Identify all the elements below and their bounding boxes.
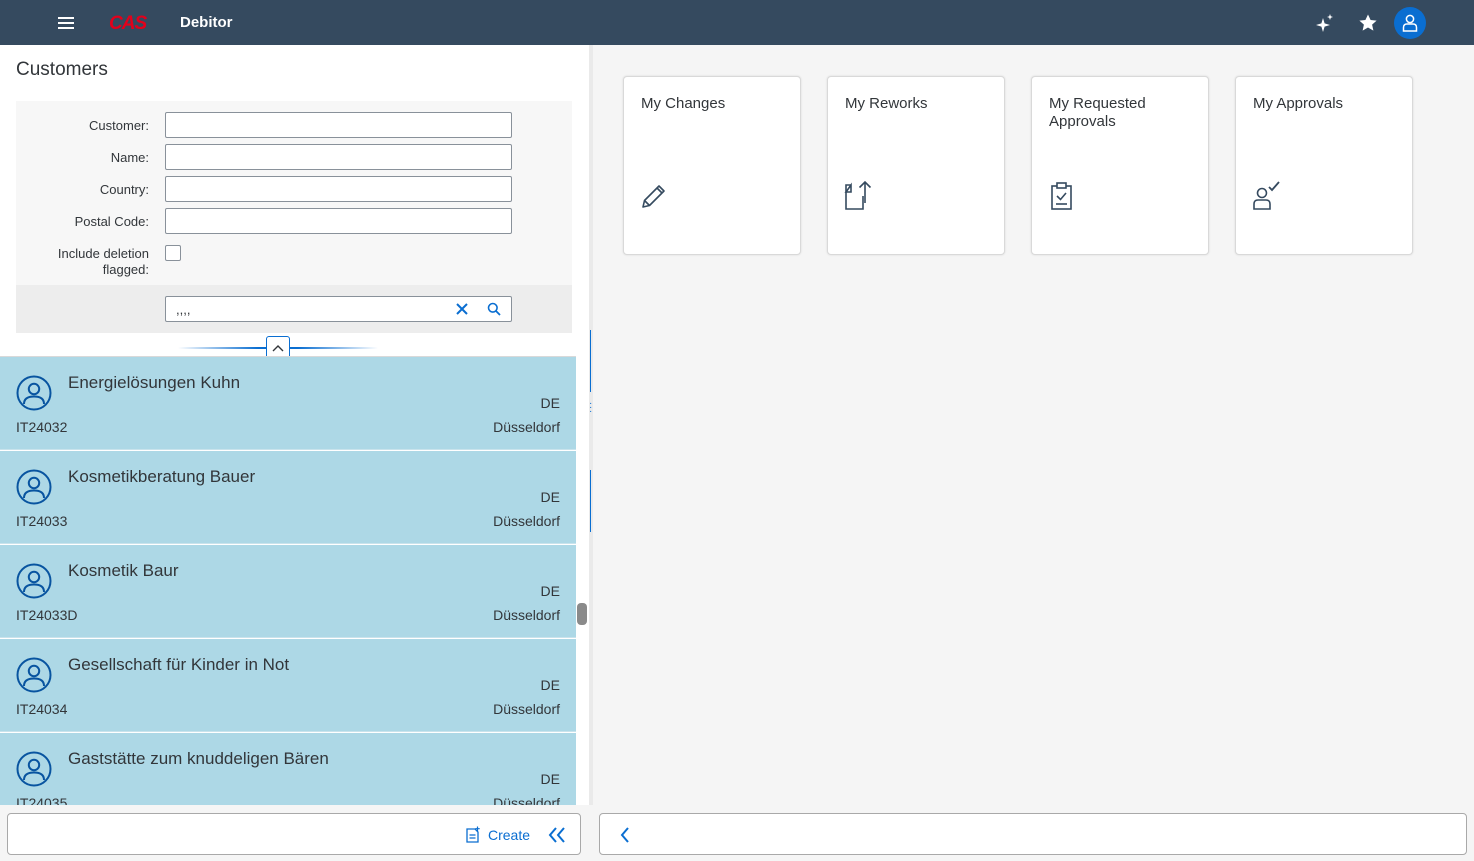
customer-name: Kosmetik Baur	[68, 561, 179, 580]
deletion-flag-label-line1: Include deletion	[57, 246, 149, 261]
deletion-flag-label-line2: flagged:	[102, 262, 149, 277]
app-title: Debitor	[180, 14, 233, 31]
country-input[interactable]	[165, 176, 512, 202]
tile-my-approvals[interactable]: My Approvals	[1235, 76, 1413, 255]
name-input[interactable]	[165, 144, 512, 170]
search-value: ,,,,	[176, 302, 191, 317]
create-label: Create	[488, 827, 531, 843]
cas-logo: CAS	[109, 13, 148, 34]
clear-search-button[interactable]	[451, 299, 473, 319]
chevron-up-icon	[272, 345, 284, 352]
customer-country: DE	[540, 677, 560, 693]
customer-name: Gesellschaft für Kinder in Not	[68, 655, 290, 674]
panel-title: Customers	[16, 59, 108, 80]
customer-id: IT24033	[16, 513, 68, 529]
customer-city: Düsseldorf	[493, 607, 560, 623]
customer-id: IT24034	[16, 701, 68, 717]
customer-city: Düsseldorf	[493, 419, 560, 435]
tile-title: My Approvals	[1253, 95, 1344, 112]
include-deletion-flagged-checkbox[interactable]	[165, 245, 181, 261]
customer-id: IT24035	[16, 795, 68, 805]
customer-id: IT24033D	[16, 607, 78, 623]
customer-country: DE	[540, 771, 560, 787]
svg-text:CAS: CAS	[109, 13, 147, 34]
name-label: Name:	[110, 150, 149, 165]
customer-avatar-icon	[16, 657, 52, 693]
double-chevron-left-icon	[548, 827, 565, 843]
customer-city: Düsseldorf	[493, 701, 560, 717]
search-icon	[487, 302, 501, 316]
customer-city: Düsseldorf	[493, 513, 560, 529]
customer-input[interactable]	[165, 112, 512, 138]
menu-icon	[58, 17, 74, 29]
customer-country: DE	[540, 489, 560, 505]
favorite-star-icon	[1359, 14, 1377, 31]
splitter-handle[interactable]: · · ·	[589, 330, 592, 580]
tile-my-changes[interactable]: My Changes	[623, 76, 801, 255]
filter-bar: Customer: Name: Country: Postal Code: In…	[16, 101, 572, 333]
customer-list: Energielösungen Kuhn DE IT24032 Düsseldorf K…	[0, 356, 576, 805]
customer-list-item[interactable]: Gesellschaft für Kinder in Not DE IT24034 D…	[0, 639, 576, 732]
pencil-icon	[642, 185, 665, 208]
tile-title: My Requested Approvals	[1049, 95, 1146, 130]
tile-my-requested-approvals[interactable]: My Requested Approvals	[1031, 76, 1209, 255]
menu-button[interactable]	[52, 9, 80, 37]
customer-avatar-icon	[16, 375, 52, 411]
customers-panel: Customers Customer: Name: Country: Posta…	[0, 45, 589, 805]
user-icon	[1402, 14, 1418, 32]
customer-list-item[interactable]: Gaststätte zum knuddeligen Bären DE IT2403…	[0, 733, 576, 805]
clipboard-check-icon	[1051, 182, 1072, 210]
search-area: ,,,,	[16, 285, 572, 333]
search-field[interactable]: ,,,,	[165, 296, 512, 322]
postal-code-input[interactable]	[165, 208, 512, 234]
customer-label: Customer:	[89, 118, 149, 133]
chevron-left-icon	[620, 827, 629, 843]
country-label: Country:	[99, 182, 149, 197]
ai-assistant-button[interactable]	[1310, 8, 1340, 38]
customer-country: DE	[540, 395, 560, 411]
back-button[interactable]	[612, 822, 638, 848]
postal-code-label: Postal Code:	[74, 214, 149, 229]
customer-list-item[interactable]: Kosmetikberatung Bauer DE IT24033 Düsseldor…	[0, 451, 576, 544]
close-icon	[456, 303, 468, 315]
create-button[interactable]: Create	[458, 822, 536, 848]
favorites-button[interactable]	[1353, 8, 1383, 38]
customer-city: Düsseldorf	[493, 795, 560, 805]
search-button[interactable]	[483, 299, 505, 319]
customer-list-item[interactable]: Energielösungen Kuhn DE IT24032 Düsseldorf	[0, 357, 576, 450]
customer-avatar-icon	[16, 751, 52, 787]
document-upload-icon	[844, 180, 872, 210]
user-avatar-button[interactable]	[1394, 7, 1426, 39]
customer-avatar-icon	[16, 563, 52, 599]
create-document-icon	[466, 826, 480, 843]
customer-list-item[interactable]: Kosmetik Baur DE IT24033D Düsseldorf	[0, 545, 576, 638]
ai-sparkle-icon	[1316, 14, 1333, 32]
tile-title: My Changes	[641, 95, 726, 112]
user-approved-icon	[1253, 181, 1280, 210]
customer-name: Gaststätte zum knuddeligen Bären	[68, 749, 329, 768]
customer-name: Energielösungen Kuhn	[68, 373, 241, 392]
detail-footer-bar	[599, 813, 1467, 855]
customer-country: DE	[540, 583, 560, 599]
customer-name: Kosmetikberatung Bauer	[68, 467, 256, 486]
list-footer-bar: Create	[7, 813, 581, 855]
list-scrollbar-thumb[interactable]	[577, 603, 587, 625]
collapse-panel-button[interactable]	[544, 822, 570, 848]
customer-avatar-icon	[16, 469, 52, 505]
shell-bar: CAS Debitor	[0, 0, 1474, 45]
customer-id: IT24032	[16, 419, 68, 435]
tile-title: My Reworks	[845, 95, 928, 112]
tile-my-reworks[interactable]: My Reworks	[827, 76, 1005, 255]
